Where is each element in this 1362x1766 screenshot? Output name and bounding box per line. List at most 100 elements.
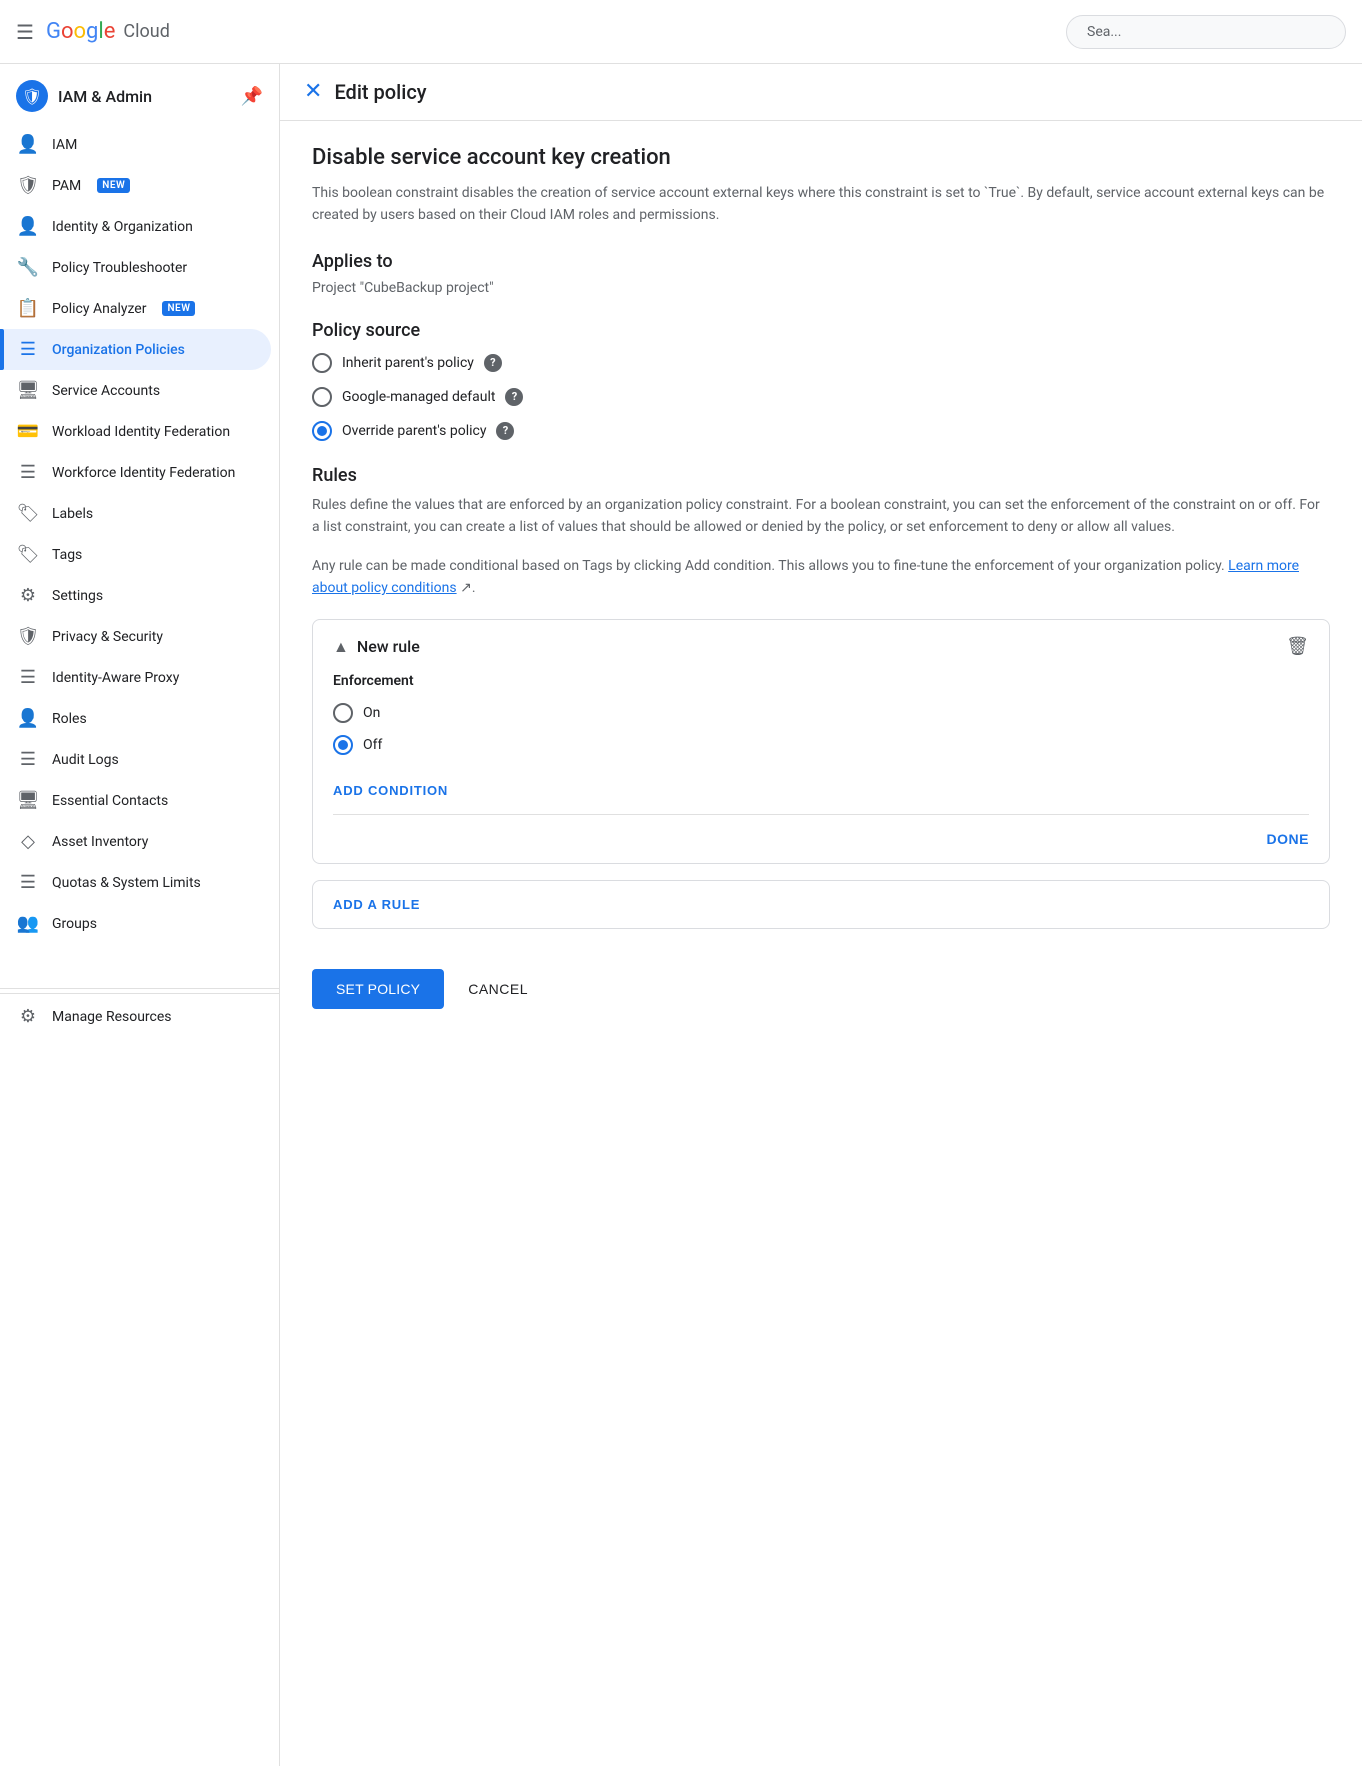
applies-to-label: Applies to [312,251,1330,272]
sidebar-item-essential-contacts[interactable]: 🖥 Essential Contacts [0,780,271,821]
sidebar-item-label: Groups [52,916,97,932]
rules-description: Rules define the values that are enforce… [312,494,1330,539]
sidebar-item-label: PAM [52,178,81,194]
policy-troubleshooter-icon: 🔧 [16,257,40,278]
settings-icon: ⚙ [16,585,40,606]
constraint-description: This boolean constraint disables the cre… [312,182,1330,227]
sidebar-nav: 👤 IAM 🛡 PAM NEW 👤 Identity & Organizatio… [0,120,279,944]
sidebar-item-label: Workforce Identity Federation [52,465,235,481]
radio-off-label: Off [363,737,382,753]
radio-inherit-parent[interactable]: Inherit parent's policy ? [312,353,1330,373]
set-policy-button[interactable]: SET POLICY [312,969,444,1009]
manage-resources-icon: ⚙ [16,1006,40,1027]
add-condition-button[interactable]: ADD CONDITION [333,775,448,806]
override-help-icon[interactable]: ? [496,422,514,440]
google-managed-help-icon[interactable]: ? [505,388,523,406]
logo-text: Google [46,19,115,44]
sidebar-item-audit-logs[interactable]: ☰ Audit Logs [0,739,271,780]
sidebar-item-service-accounts[interactable]: 🖥 Service Accounts [0,370,271,411]
sidebar-item-pam[interactable]: 🛡 PAM NEW [0,165,271,206]
radio-enforcement-off[interactable]: Off [333,735,1309,755]
topbar: ☰ Google Cloud Sea... [0,0,1362,64]
sidebar-item-workload-identity[interactable]: 💳 Workload Identity Federation [0,411,271,452]
sidebar-item-label: Audit Logs [52,752,119,768]
sidebar-item-roles[interactable]: 👤 Roles [0,698,271,739]
sidebar-item-privacy-security[interactable]: 🛡 Privacy & Security [0,616,271,657]
workforce-identity-icon: ☰ [16,462,40,483]
policy-analyzer-icon: 📋 [16,298,40,319]
workload-identity-icon: 💳 [16,421,40,442]
quotas-icon: ☰ [16,872,40,893]
identity-org-icon: 👤 [16,216,40,237]
sidebar-item-label: Privacy & Security [52,629,163,645]
rule-footer: DONE [333,814,1309,847]
menu-icon[interactable]: ☰ [16,20,34,44]
manage-resources-label: Manage Resources [52,1009,172,1025]
radio-inherit-label: Inherit parent's policy [342,355,474,371]
radio-on-label: On [363,705,380,721]
sidebar-item-identity-org[interactable]: 👤 Identity & Organization [0,206,271,247]
cancel-button[interactable]: CANCEL [460,969,536,1009]
inherit-help-icon[interactable]: ? [484,354,502,372]
sidebar-item-org-policies[interactable]: ☰ Organization Policies [0,329,271,370]
sidebar-header-icon: 🛡 [16,80,48,112]
radio-override-label: Override parent's policy [342,423,486,439]
iap-icon: ☰ [16,667,40,688]
pam-icon: 🛡 [16,175,40,196]
search-input[interactable]: Sea... [1066,15,1346,49]
policy-source-options: Inherit parent's policy ? Google-managed… [312,353,1330,441]
rule-card-header: ▲ New rule 🗑 [333,636,1309,657]
sidebar-item-groups[interactable]: 👥 Groups [0,903,271,944]
sidebar-item-iam[interactable]: 👤 IAM [0,124,271,165]
external-link-icon: ↗ [460,580,472,596]
constraint-title: Disable service account key creation [312,145,1330,170]
labels-icon: 🏷 [16,503,40,524]
pin-icon[interactable]: 📌 [241,86,263,107]
sidebar-item-iap[interactable]: ☰ Identity-Aware Proxy [0,657,271,698]
edit-policy-header: ✕ Edit policy [280,64,1362,121]
done-button[interactable]: DONE [1267,831,1309,847]
sidebar-item-labels[interactable]: 🏷 Labels [0,493,271,534]
asset-inventory-icon: ◇ [16,831,40,852]
chevron-up-icon[interactable]: ▲ [333,637,349,657]
sidebar-header: 🛡 IAM & Admin 📌 [0,64,279,120]
enforcement-options: On Off [333,703,1309,755]
sidebar-item-asset-inventory[interactable]: ◇ Asset Inventory [0,821,271,862]
sidebar-item-policy-troubleshooter[interactable]: 🔧 Policy Troubleshooter [0,247,271,288]
sidebar-item-label: Policy Troubleshooter [52,260,187,276]
sidebar-item-label: Organization Policies [52,342,185,358]
add-rule-button[interactable]: ADD A RULE [333,897,420,912]
service-accounts-icon: 🖥 [16,380,40,401]
policy-source-section: Policy source Inherit parent's policy ? … [312,320,1330,441]
rule-card-title-row: ▲ New rule [333,637,420,657]
groups-icon: 👥 [16,913,40,934]
sidebar-item-label: Identity-Aware Proxy [52,670,179,686]
edit-policy-title: Edit policy [334,80,426,104]
google-cloud-logo[interactable]: Google Cloud [46,19,170,44]
main-content: ✕ Edit policy Disable service account ke… [280,64,1362,1766]
sidebar: 🛡 IAM & Admin 📌 👤 IAM 🛡 PAM NEW 👤 Identi… [0,64,280,1766]
radio-override-parent[interactable]: Override parent's policy ? [312,421,1330,441]
sidebar-item-label: Workload Identity Federation [52,424,230,440]
sidebar-item-label: Settings [52,588,103,604]
sidebar-item-policy-analyzer[interactable]: 📋 Policy Analyzer NEW [0,288,271,329]
close-button[interactable]: ✕ [304,81,322,103]
delete-rule-icon[interactable]: 🗑 [1286,636,1309,657]
sidebar-item-label: Asset Inventory [52,834,148,850]
privacy-security-icon: 🛡 [16,626,40,647]
essential-contacts-icon: 🖥 [16,790,40,811]
pam-badge: NEW [97,178,130,193]
new-rule-title: New rule [357,637,420,656]
manage-resources-link[interactable]: ⚙ Manage Resources [0,993,279,1039]
rules-label: Rules [312,465,1330,486]
radio-circle-inherit [312,353,332,373]
sidebar-item-workforce-identity[interactable]: ☰ Workforce Identity Federation [0,452,271,493]
radio-google-managed[interactable]: Google-managed default ? [312,387,1330,407]
sidebar-item-tags[interactable]: 🏷 Tags [0,534,271,575]
add-rule-section: ADD A RULE [312,880,1330,929]
sidebar-item-quotas[interactable]: ☰ Quotas & System Limits [0,862,271,903]
radio-enforcement-on[interactable]: On [333,703,1309,723]
sidebar-item-settings[interactable]: ⚙ Settings [0,575,271,616]
sidebar-item-label: IAM [52,137,77,153]
sidebar-title: IAM & Admin [58,87,231,106]
